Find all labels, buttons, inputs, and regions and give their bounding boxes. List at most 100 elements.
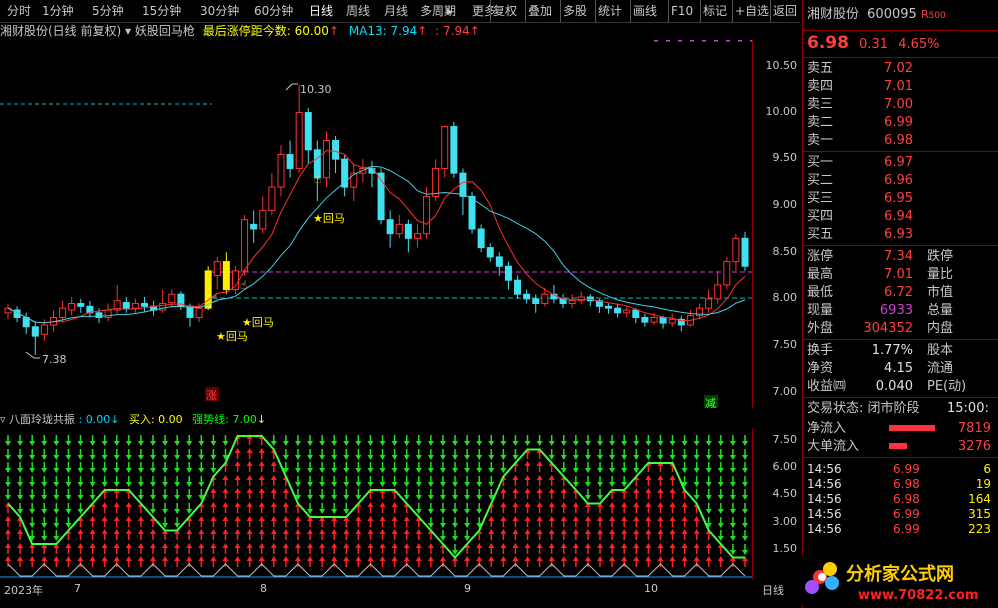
price-tick: 8.50 [772, 245, 798, 258]
row-value: 6.98 [884, 133, 913, 148]
tool-button-0[interactable]: 复权 [490, 0, 519, 22]
row-label: 现量 [807, 303, 834, 318]
row-label-2: 总量 [927, 303, 954, 318]
price-change: 0.31 [859, 37, 889, 52]
high-price-label: 10.30 [300, 83, 332, 96]
candle [140, 303, 148, 307]
period-tab-5[interactable]: 60分钟 [252, 0, 295, 22]
row-value: 6.95 [884, 191, 913, 206]
period-tab-6[interactable]: 日线 [307, 0, 335, 22]
collapse-icon[interactable]: ▾ [125, 24, 131, 38]
candle [650, 316, 658, 323]
signal-label: ★回马 [216, 330, 248, 343]
signal-label: ★回马 [242, 316, 274, 329]
ask-row: 卖三 7.00 [807, 96, 995, 114]
indicator-name: 妖股回马枪 [134, 24, 195, 38]
period-tab-0[interactable]: 分时 [5, 0, 33, 22]
candle [450, 126, 458, 174]
candle [304, 112, 312, 151]
row-value: 7.34 [884, 249, 913, 264]
collapse-icon[interactable]: ▿ [0, 413, 6, 426]
stock-name: 湘财股份 [807, 7, 860, 22]
quote-panel: 湘财股份 600095 R500 6.98 0.31 4.65% 卖五 7.02 卖… [802, 0, 998, 608]
last-price: 6.98 [807, 33, 849, 53]
ma13-label: MA13: 7.94 [348, 24, 418, 38]
ask-row: 卖二 6.99 [807, 114, 995, 132]
row-label: 买四 [807, 209, 834, 224]
candle [741, 237, 749, 267]
candle [286, 153, 294, 169]
candle [268, 186, 276, 211]
tool-button-4[interactable]: 画线 [630, 0, 659, 22]
tool-button-2[interactable]: 多股 [560, 0, 589, 22]
tick-price: 6.99 [893, 522, 920, 536]
price-tick: 9.00 [772, 198, 798, 211]
period-tab-1[interactable]: 1分钟 [40, 0, 76, 22]
row-value: 7.02 [884, 61, 913, 76]
candle [332, 140, 340, 160]
candle [605, 305, 613, 309]
row-label-2: 内盘 [927, 321, 954, 336]
ask-row: 卖四 7.01 [807, 78, 995, 96]
more-arrow-icon[interactable]: ▸ [445, 0, 455, 22]
candle [322, 140, 330, 179]
candle [213, 261, 221, 277]
candle [723, 261, 731, 286]
candle [168, 293, 176, 304]
date-year: 2023年 [4, 584, 43, 597]
row-label: 卖二 [807, 115, 834, 130]
date-month-10: 10 [644, 582, 658, 595]
row-value: 4.15 [884, 361, 913, 376]
sub-tick: 3.00 [772, 515, 798, 528]
candle [523, 293, 531, 300]
candle [77, 303, 85, 307]
candle [641, 316, 649, 323]
row-label: 卖一 [807, 133, 834, 148]
row-label: 买二 [807, 173, 834, 188]
period-tab-2[interactable]: 5分钟 [90, 0, 126, 22]
candle [623, 309, 631, 314]
kline-chart[interactable]: 10.307.38★回马★回马★回马☝☝☝涨减 [0, 40, 752, 408]
tool-button-1[interactable]: 叠加 [525, 0, 554, 22]
bid-row: 买五 6.93 [807, 226, 995, 244]
bid-row: 买三 6.95 [807, 190, 995, 208]
stat-row: 外盘 304352 内盘 [807, 320, 995, 338]
candle [386, 219, 394, 235]
tool-button-3[interactable]: 统计 [595, 0, 624, 22]
candle [295, 112, 303, 169]
period-tab[interactable]: 日线 [762, 582, 784, 598]
candle [259, 209, 267, 230]
candle [495, 256, 503, 267]
price-header: 6.98 0.31 4.65% [807, 34, 995, 54]
period-tab-8[interactable]: 月线 [382, 0, 410, 22]
candle [659, 316, 667, 324]
candle [341, 158, 349, 188]
stock-code: 600095 [867, 7, 917, 22]
candle [413, 233, 421, 239]
sub-indicator-name: 八面玲珑共振 [9, 413, 76, 426]
period-tab-4[interactable]: 30分钟 [198, 0, 241, 22]
period-tab-7[interactable]: 周线 [344, 0, 372, 22]
tool-button-6[interactable]: 标记 [700, 0, 729, 22]
candle [395, 223, 403, 235]
arrow-up-icon: ↑ [417, 24, 428, 38]
chart-title-bar: 湘财股份(日线 前复权) ▾ 妖股回马枪 最后涨停距今数: 60.00↑ MA1… [0, 22, 752, 40]
price-tick: 8.00 [772, 291, 798, 304]
row-label: 涨停 [807, 249, 834, 264]
row-value: 304352 [863, 321, 913, 336]
candle [514, 279, 522, 295]
logo-url: www.70822.com [858, 588, 979, 603]
row-label-2: 市值 [927, 285, 954, 300]
strong-line [7, 435, 745, 560]
candle [68, 303, 76, 311]
row-label: 收益㈣ [807, 379, 847, 394]
arrow-up-icon: ↑ [469, 24, 480, 38]
row-label: 换手 [807, 343, 834, 358]
period-tab-3[interactable]: 15分钟 [140, 0, 183, 22]
tool-button-7[interactable]: +自选 [732, 0, 771, 22]
sub-indicator-chart[interactable] [0, 428, 752, 580]
tool-button-5[interactable]: F10 [668, 0, 695, 22]
candle [486, 247, 494, 258]
tool-button-8[interactable]: 返回 [770, 0, 799, 22]
bid-row: 买四 6.94 [807, 208, 995, 226]
